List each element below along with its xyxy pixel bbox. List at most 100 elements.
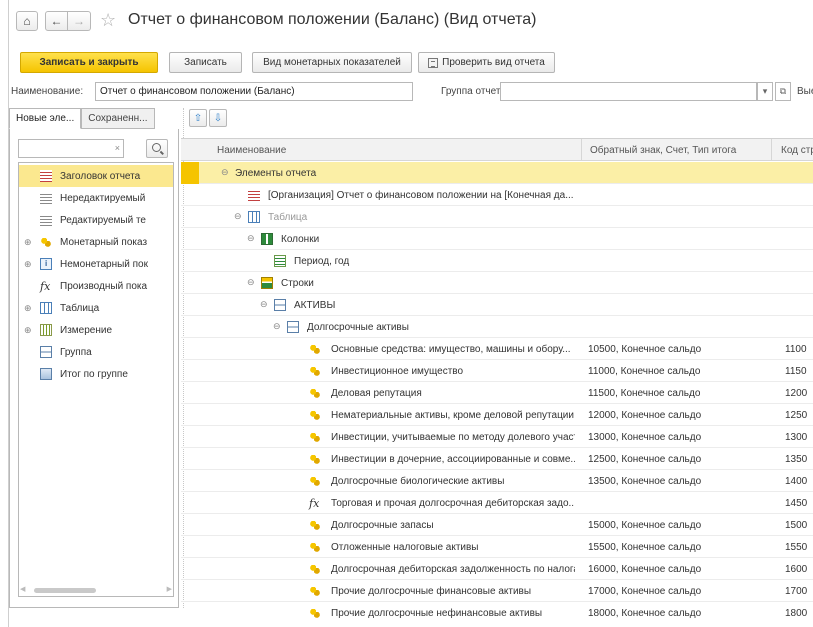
search-icon [152,143,161,152]
palette-item[interactable]: Заголовок отчета [19,165,173,187]
column-header-name[interactable]: Наименование [217,145,286,156]
dimension-icon [40,324,52,336]
grid-row[interactable]: fx Торговая и прочая долгосрочная дебитор… [181,492,813,514]
scroll-thumb[interactable] [34,588,96,593]
palette-search-button[interactable] [146,139,168,158]
coins-icon [309,519,321,531]
grid-row[interactable]: Инвестиции, учитываемые по методу долево… [181,426,813,448]
group-dropdown-button[interactable]: ▾ [757,82,773,101]
expand-icon[interactable]: ⊕ [24,237,32,248]
palette-item[interactable]: Группа [19,341,173,363]
formula-icon: fx [309,497,320,510]
palette-item-label: Немонетарный пок [60,258,148,270]
arrow-right-icon: → [73,14,85,28]
palette-item[interactable]: Нередактируемый [19,187,173,209]
back-button[interactable]: ← [45,11,68,31]
table-icon [40,302,52,314]
grid-row[interactable]: Деловая репутация 11500, Конечное сальдо 1… [181,382,813,404]
row-account: 10500, Конечное сальдо [588,344,702,355]
tab-saved[interactable]: Сохраненн... [81,108,155,129]
grid-row[interactable]: Нематериальные активы, кроме деловой реп… [181,404,813,426]
grid-row[interactable]: Долгосрочная дебиторская задолженность п… [181,558,813,580]
palette-item[interactable]: fx Производный пока [19,275,173,297]
grid-row[interactable]: ⊖ Долгосрочные активы [181,316,813,338]
grid-row[interactable]: Отложенные налоговые активы 15500, Конечн… [181,536,813,558]
columns-icon [261,233,273,245]
collapse-icon[interactable]: ⊖ [221,167,229,178]
grid-row[interactable]: Период, год [181,250,813,272]
row-name: Колонки [281,234,320,245]
expand-icon[interactable]: ⊕ [24,259,32,270]
grid-row[interactable]: Прочие долгосрочные финансовые активы 170… [181,580,813,602]
page-title: Отчет о финансовом положении (Баланс) (В… [128,11,537,28]
row-name: Долгосрочная дебиторская задолженность п… [331,564,575,575]
row-name: Период, год [294,256,350,267]
save-button[interactable]: Записать [169,52,242,73]
row-code: 1800 [785,608,808,618]
palette-item[interactable]: Редактируемый те [19,209,173,231]
collapse-icon[interactable]: ⊖ [260,299,268,310]
home-button[interactable]: ⌂ [16,11,38,31]
coins-icon [309,343,321,355]
palette-item[interactable]: ⊕ Измерение [19,319,173,341]
info-icon [40,258,52,270]
row-code: 1500 [785,520,808,531]
column-header-code[interactable]: Код стр. [781,145,813,156]
palette-search-input[interactable]: × [18,139,124,158]
move-down-button[interactable]: ⇩ [209,109,227,127]
grid-row[interactable]: Долгосрочные биологические активы 13500, … [181,470,813,492]
column-header-sign[interactable]: Обратный знак, Счет, Тип итога [590,145,736,156]
grid-row[interactable]: ⊖ Колонки [181,228,813,250]
report-group-field[interactable] [500,82,757,101]
palette-horizontal-scrollbar[interactable]: ◀ ▶ [18,585,174,596]
grid-header: Наименование Обратный знак, Счет, Тип ит… [181,139,813,161]
group-open-button[interactable]: ⧉ [775,82,791,101]
scroll-left-icon[interactable]: ◀ [20,585,25,593]
text-icon [40,192,52,204]
scroll-right-icon[interactable]: ▶ [167,585,172,593]
grid-row[interactable]: Прочие долгосрочные нефинансовые активы 1… [181,602,813,618]
palette-item[interactable]: ⊕ Таблица [19,297,173,319]
grid-row[interactable]: ⊖ Элементы отчета [181,162,813,184]
row-name: Отложенные налоговые активы [331,542,479,553]
row-name: Инвестиции, учитываемые по методу долево… [331,432,575,443]
grid-row[interactable]: Основные средства: имущество, машины и о… [181,338,813,360]
grid-row[interactable]: ⊖ Строки [181,272,813,294]
collapse-icon[interactable]: ⊖ [247,277,255,288]
clear-icon[interactable]: × [115,143,120,153]
collapse-icon[interactable]: ⊖ [273,321,281,332]
tab-new-elements[interactable]: Новые эле... [9,108,82,129]
grid-row[interactable]: Долгосрочные запасы 15000, Конечное сальд… [181,514,813,536]
favorite-star-icon[interactable]: ☆ [100,9,116,31]
collapse-icon[interactable]: ⊖ [247,233,255,244]
grid-row[interactable]: ⊖ Таблица [181,206,813,228]
row-code: 1600 [785,564,808,575]
collapse-icon[interactable]: ⊖ [234,211,242,222]
row-account: 15000, Конечное сальдо [588,520,702,531]
palette-item[interactable]: ⊕ Монетарный показ [19,231,173,253]
grid-row[interactable]: ⊖ АКТИВЫ [181,294,813,316]
row-account: 11000, Конечное сальдо [588,366,701,377]
row-name: Долгосрочные запасы [331,520,434,531]
row-account: 13000, Конечное сальдо [588,432,702,443]
element-palette: × Заголовок отчета Нередактируемый Редакти… [9,129,179,608]
palette-item[interactable]: ⊕ Немонетарный пок [19,253,173,275]
row-name: Деловая репутация [331,388,422,399]
expand-icon[interactable]: ⊕ [24,325,32,336]
palette-item-label: Итог по группе [60,368,128,380]
name-field[interactable]: Отчет о финансовом положении (Баланс) [95,82,413,101]
document-check-icon [428,57,439,68]
row-code: 1350 [785,454,808,465]
monetary-indicators-button[interactable]: Вид монетарных показателей [252,52,412,73]
grid-row[interactable]: Инвестиционное имущество 11000, Конечное … [181,360,813,382]
save-and-close-button[interactable]: Записать и закрыть [20,52,158,73]
move-up-button[interactable]: ⇧ [189,109,207,127]
check-report-button[interactable]: Проверить вид отчета [418,52,555,73]
grid-row[interactable]: [Организация] Отчет о финансовом положен… [181,184,813,206]
rows-icon [261,277,273,289]
group-icon [40,346,52,358]
grid-row[interactable]: Инвестиции в дочерние, ассоциированные и… [181,448,813,470]
expand-icon[interactable]: ⊕ [24,303,32,314]
forward-button[interactable]: → [68,11,91,31]
palette-item[interactable]: Итог по группе [19,363,173,385]
